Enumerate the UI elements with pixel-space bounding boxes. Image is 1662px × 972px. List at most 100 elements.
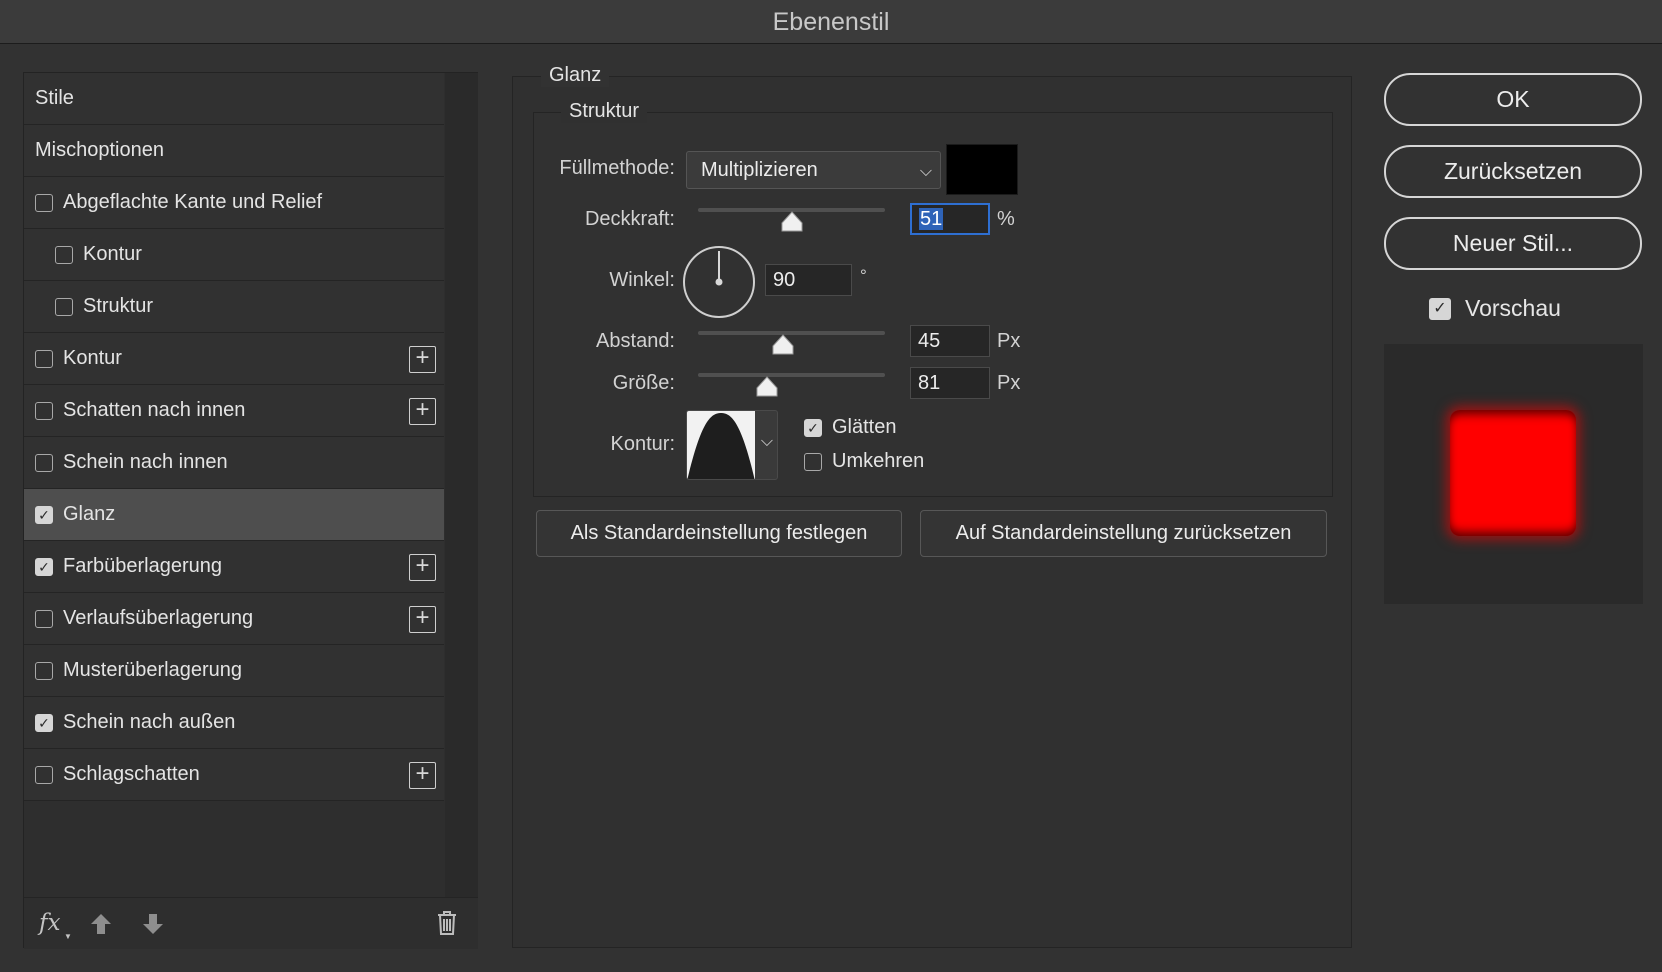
style-item-checkbox[interactable] — [35, 349, 53, 368]
preview-checkbox[interactable]: ✓ — [1429, 297, 1451, 320]
style-item-label: Struktur — [83, 295, 154, 317]
invert-checkbox[interactable] — [804, 452, 822, 471]
chevron-down-icon: ⌵ — [919, 163, 932, 180]
distance-value: 45 — [918, 330, 941, 352]
style-item-label: Farbüberlagerung — [63, 555, 222, 577]
style-item-checkbox[interactable] — [55, 245, 73, 264]
angle-value: 90 — [773, 269, 796, 291]
new-style-button[interactable]: Neuer Stil... — [1384, 217, 1642, 270]
reset-button[interactable]: Zurücksetzen — [1384, 145, 1642, 198]
style-item-9[interactable]: ✓ Farbüberlagerung + — [24, 541, 444, 593]
style-item-label: Schatten nach innen — [63, 399, 246, 421]
invert-label: Umkehren — [832, 450, 925, 472]
styles-list: Stile Mischoptionen Abgeflachte Kante und … — [24, 73, 444, 801]
style-item-1[interactable]: Mischoptionen — [24, 125, 444, 177]
style-item-label: Glanz — [63, 503, 116, 525]
style-item-checkbox[interactable]: ✓ — [35, 713, 53, 732]
contour-curve-icon — [687, 411, 755, 479]
opacity-value: 51 — [919, 208, 944, 230]
angle-dial[interactable] — [683, 246, 755, 318]
opacity-input[interactable]: 51 — [910, 203, 990, 235]
style-item-label: Kontur — [83, 243, 142, 265]
arrow-up-icon[interactable] — [90, 912, 112, 941]
add-effect-plus-icon[interactable]: + — [409, 762, 436, 789]
style-item-checkbox[interactable] — [35, 765, 53, 784]
contour-label: Kontur: — [610, 433, 675, 455]
style-item-label: Kontur — [63, 347, 122, 369]
fill-method-value: Multiplizieren — [701, 159, 818, 181]
distance-label: Abstand: — [596, 330, 675, 352]
style-item-13[interactable]: Schlagschatten + — [24, 749, 444, 801]
style-item-checkbox[interactable] — [35, 661, 53, 680]
glanz-section-title: Glanz — [541, 64, 610, 87]
style-item-2[interactable]: Abgeflachte Kante und Relief — [24, 177, 444, 229]
make-default-button[interactable]: Als Standardeinstellung festlegen — [536, 510, 902, 557]
distance-unit: Px — [997, 330, 1021, 352]
reset-default-button[interactable]: Auf Standardeinstellung zurücksetzen — [920, 510, 1327, 557]
size-label: Größe: — [612, 372, 675, 394]
struktur-group-title: Struktur — [561, 100, 648, 123]
style-item-label: Mischoptionen — [35, 139, 164, 161]
fill-method-select[interactable]: Multiplizieren ⌵ — [686, 151, 941, 189]
opacity-label: Deckkraft: — [584, 208, 675, 230]
color-swatch[interactable] — [946, 144, 1018, 195]
angle-input[interactable]: 90 — [765, 264, 852, 296]
fill-method-label: Füllmethode: — [559, 157, 675, 179]
style-item-6[interactable]: Schatten nach innen + — [24, 385, 444, 437]
styles-scrollbar[interactable] — [445, 73, 478, 897]
preview-label: Vorschau — [1465, 295, 1561, 321]
style-item-label: Verlaufsüberlagerung — [63, 607, 254, 629]
style-item-label: Abgeflachte Kante und Relief — [63, 191, 323, 213]
style-item-label: Stile — [35, 87, 74, 109]
style-item-0[interactable]: Stile — [24, 73, 444, 125]
trash-icon[interactable] — [436, 910, 458, 941]
style-item-11[interactable]: Musterüberlagerung — [24, 645, 444, 697]
style-item-4[interactable]: Struktur — [24, 281, 444, 333]
style-item-label: Schlagschatten — [63, 763, 200, 785]
style-item-checkbox[interactable] — [35, 193, 53, 212]
add-effect-plus-icon[interactable]: + — [409, 398, 436, 425]
style-item-label: Schein nach außen — [63, 711, 236, 733]
preview-area — [1384, 344, 1643, 604]
antialias-checkbox[interactable]: ✓ — [804, 418, 822, 437]
style-item-checkbox[interactable] — [55, 297, 73, 316]
preview-toggle[interactable]: ✓ Vorschau — [1429, 295, 1561, 322]
style-item-checkbox[interactable]: ✓ — [35, 505, 53, 524]
style-item-label: Schein nach innen — [63, 451, 228, 473]
style-item-5[interactable]: Kontur + — [24, 333, 444, 385]
style-item-checkbox[interactable] — [35, 609, 53, 628]
styles-panel: Stile Mischoptionen Abgeflachte Kante und … — [23, 72, 478, 949]
style-item-checkbox[interactable] — [35, 401, 53, 420]
add-effect-plus-icon[interactable]: + — [409, 606, 436, 633]
contour-picker[interactable]: ⌵ — [686, 410, 778, 480]
styles-footer: fx ▼ — [24, 897, 478, 949]
size-input[interactable]: 81 — [910, 367, 990, 399]
style-item-checkbox[interactable]: ✓ — [35, 557, 53, 576]
angle-label: Winkel: — [609, 269, 675, 291]
size-value: 81 — [918, 372, 941, 394]
style-item-3[interactable]: Kontur — [24, 229, 444, 281]
distance-input[interactable]: 45 — [910, 325, 990, 357]
add-effect-plus-icon[interactable]: + — [409, 554, 436, 581]
opacity-unit: % — [997, 208, 1015, 230]
antialias-label: Glätten — [832, 416, 897, 438]
fx-menu-icon[interactable]: fx — [39, 910, 60, 936]
style-item-7[interactable]: Schein nach innen — [24, 437, 444, 489]
invert-row[interactable]: Umkehren — [804, 450, 924, 473]
angle-unit: ° — [860, 266, 867, 285]
style-item-checkbox[interactable] — [35, 453, 53, 472]
antialias-row[interactable]: ✓ Glätten — [804, 416, 896, 439]
style-item-8[interactable]: ✓ Glanz — [24, 489, 444, 541]
contour-chevron-icon[interactable]: ⌵ — [761, 433, 773, 451]
window-title: Ebenenstil — [0, 0, 1662, 44]
add-effect-plus-icon[interactable]: + — [409, 346, 436, 373]
arrow-down-icon[interactable] — [142, 912, 164, 941]
style-item-10[interactable]: Verlaufsüberlagerung + — [24, 593, 444, 645]
ok-button[interactable]: OK — [1384, 73, 1642, 126]
fx-caret-icon: ▼ — [64, 932, 72, 941]
size-unit: Px — [997, 372, 1021, 394]
preview-thumbnail — [1450, 410, 1576, 536]
size-slider[interactable] — [698, 373, 885, 377]
style-item-label: Musterüberlagerung — [63, 659, 242, 681]
style-item-12[interactable]: ✓ Schein nach außen — [24, 697, 444, 749]
